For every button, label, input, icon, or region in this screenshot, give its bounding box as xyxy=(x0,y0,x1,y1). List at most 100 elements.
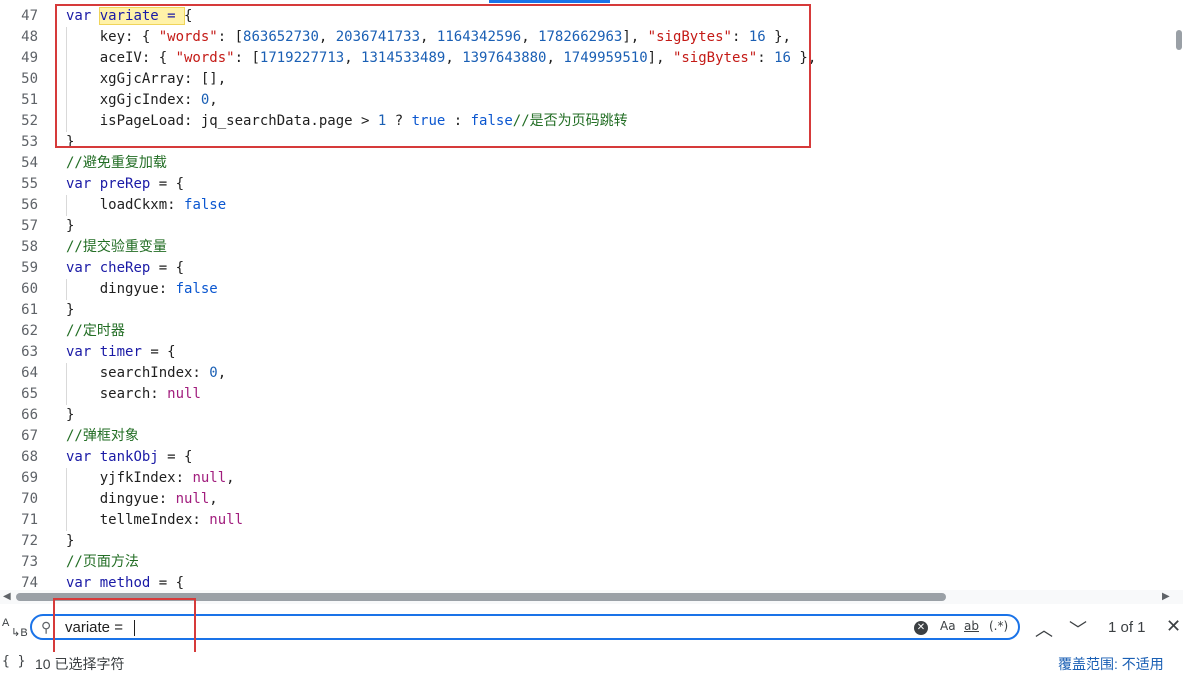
code-line[interactable]: 66} xyxy=(0,405,1160,426)
line-number[interactable]: 57 xyxy=(0,216,38,237)
line-number[interactable]: 63 xyxy=(0,342,38,363)
line-number[interactable]: 49 xyxy=(0,48,38,69)
annotation-box-variate xyxy=(55,4,811,148)
line-number[interactable]: 47 xyxy=(0,6,38,27)
line-number[interactable]: 53 xyxy=(0,132,38,153)
code-line[interactable]: 73 //页面方法 xyxy=(0,552,1160,573)
line-number[interactable]: 65 xyxy=(0,384,38,405)
code-line[interactable]: 72} xyxy=(0,531,1160,552)
code-token: tellmeIndex: xyxy=(66,512,210,528)
line-number[interactable]: 59 xyxy=(0,258,38,279)
line-number[interactable]: 51 xyxy=(0,90,38,111)
code-line[interactable]: 63 var timer = { xyxy=(0,342,1160,363)
line-number[interactable]: 72 xyxy=(0,531,38,552)
code-line[interactable]: 56 loadCkxm: false xyxy=(0,195,1160,216)
pretty-print-icon[interactable]: { } xyxy=(2,654,25,669)
code-text[interactable]: var tankObj = { xyxy=(66,447,192,468)
code-token: searchIndex: xyxy=(66,365,210,381)
code-text[interactable]: var cheRep = { xyxy=(66,258,184,279)
code-token: dingyue: xyxy=(66,491,176,507)
line-number[interactable]: 55 xyxy=(0,174,38,195)
whole-word-button[interactable]: ab xyxy=(964,619,979,633)
scroll-left-icon[interactable]: ◀ xyxy=(3,591,11,602)
code-line[interactable]: 74 var method = { xyxy=(0,573,1160,590)
vertical-scroll-thumb[interactable] xyxy=(1176,30,1182,50)
code-line[interactable]: 59 var cheRep = { xyxy=(0,258,1160,279)
code-text[interactable]: var timer = { xyxy=(66,342,176,363)
coverage-status[interactable]: 覆盖范围: 不适用 xyxy=(1058,654,1164,674)
line-number[interactable]: 69 xyxy=(0,468,38,489)
code-text[interactable]: //页面方法 xyxy=(66,552,139,573)
code-line[interactable]: 69 yjfkIndex: null, xyxy=(0,468,1160,489)
line-number[interactable]: 67 xyxy=(0,426,38,447)
code-text[interactable]: searchIndex: 0, xyxy=(66,363,226,384)
line-number[interactable]: 74 xyxy=(0,573,38,590)
code-token: var xyxy=(66,176,92,192)
code-line[interactable]: 71 tellmeIndex: null xyxy=(0,510,1160,531)
status-bar: { } 10 已选择字符 覆盖范围: 不适用 xyxy=(0,652,1183,672)
code-text[interactable]: } xyxy=(66,300,74,321)
line-number[interactable]: 62 xyxy=(0,321,38,342)
line-number[interactable]: 66 xyxy=(0,405,38,426)
line-number[interactable]: 54 xyxy=(0,153,38,174)
replace-toggle-icon[interactable]: A ↳B xyxy=(2,618,28,639)
code-line[interactable]: 62 //定时器 xyxy=(0,321,1160,342)
line-number[interactable]: 61 xyxy=(0,300,38,321)
line-number[interactable]: 60 xyxy=(0,279,38,300)
code-line[interactable]: 54 //避免重复加载 xyxy=(0,153,1160,174)
chevron-down-icon[interactable]: ﹀ xyxy=(1069,616,1087,642)
code-text[interactable]: //弹框对象 xyxy=(66,426,139,447)
line-number[interactable]: 52 xyxy=(0,111,38,132)
scroll-right-icon[interactable]: ▶ xyxy=(1162,591,1170,602)
line-number[interactable]: 73 xyxy=(0,552,38,573)
code-token: cheRep xyxy=(99,260,151,276)
line-number[interactable]: 50 xyxy=(0,69,38,90)
code-text[interactable]: var preRep = { xyxy=(66,174,184,195)
line-number[interactable]: 68 xyxy=(0,447,38,468)
code-text[interactable]: } xyxy=(66,405,74,426)
line-number[interactable]: 70 xyxy=(0,489,38,510)
vertical-scrollbar[interactable] xyxy=(1173,0,1183,590)
code-token: loadCkxm: xyxy=(66,197,185,213)
code-text[interactable]: var method = { xyxy=(66,573,184,590)
line-number[interactable]: 71 xyxy=(0,510,38,531)
code-token: //页面方法 xyxy=(66,554,139,570)
code-text[interactable]: yjfkIndex: null, xyxy=(66,468,235,489)
code-text[interactable]: } xyxy=(66,216,74,237)
code-text[interactable]: tellmeIndex: null xyxy=(66,510,243,531)
code-line[interactable]: 70 dingyue: null, xyxy=(0,489,1160,510)
code-token: null xyxy=(192,470,227,486)
line-number[interactable]: 64 xyxy=(0,363,38,384)
clear-search-icon[interactable]: ✕ xyxy=(914,621,928,635)
line-number[interactable]: 56 xyxy=(0,195,38,216)
search-icon: ⚲ xyxy=(41,619,52,635)
line-number[interactable]: 58 xyxy=(0,237,38,258)
code-line[interactable]: 65 search: null xyxy=(0,384,1160,405)
code-editor[interactable]: 47 var variate = {48 key: { "words": [863… xyxy=(0,0,1183,590)
find-bar: A ↳B ⚲ variate = ✕ Aa ab (.*) ︿ ﹀ 1 of 1… xyxy=(0,598,1183,654)
code-text[interactable]: } xyxy=(66,531,74,552)
match-case-button[interactable]: Aa xyxy=(940,619,956,633)
code-text[interactable]: search: null xyxy=(66,384,201,405)
code-line[interactable]: 61} xyxy=(0,300,1160,321)
line-number[interactable]: 48 xyxy=(0,27,38,48)
code-text[interactable]: //提交验重变量 xyxy=(66,237,167,258)
code-text[interactable]: //避免重复加载 xyxy=(66,153,167,174)
code-line[interactable]: 55 var preRep = { xyxy=(0,174,1160,195)
code-text[interactable]: dingyue: false xyxy=(66,279,218,300)
code-line[interactable]: 57} xyxy=(0,216,1160,237)
regex-button[interactable]: (.*) xyxy=(989,619,1008,633)
code-line[interactable]: 68 var tankObj = { xyxy=(0,447,1160,468)
chevron-up-icon[interactable]: ︿ xyxy=(1035,616,1053,642)
code-text[interactable]: loadCkxm: false xyxy=(66,195,226,216)
code-line[interactable]: 60 dingyue: false xyxy=(0,279,1160,300)
active-tab-indicator xyxy=(489,0,610,3)
code-token: = { xyxy=(150,176,185,192)
code-token: false xyxy=(184,197,227,213)
code-line[interactable]: 67 //弹框对象 xyxy=(0,426,1160,447)
code-text[interactable]: //定时器 xyxy=(66,321,125,342)
code-text[interactable]: dingyue: null, xyxy=(66,489,218,510)
close-icon[interactable]: ✕ xyxy=(1166,616,1181,637)
code-line[interactable]: 64 searchIndex: 0, xyxy=(0,363,1160,384)
code-line[interactable]: 58 //提交验重变量 xyxy=(0,237,1160,258)
